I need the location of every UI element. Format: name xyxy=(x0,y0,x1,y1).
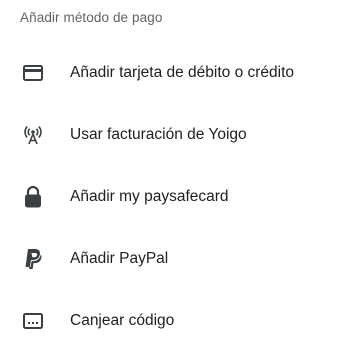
add-card-option[interactable]: Añadir tarjeta de débito o crédito xyxy=(0,42,350,104)
redeem-code-label: Canjear código xyxy=(70,312,175,329)
redeem-code-option[interactable]: Canjear código xyxy=(0,290,350,352)
add-card-label: Añadir tarjeta de débito o crédito xyxy=(70,64,295,81)
payment-methods-list: Añadir tarjeta de débito o crédito Usar … xyxy=(0,42,350,352)
credit-card-icon xyxy=(22,62,44,84)
redeem-code-icon xyxy=(22,310,44,332)
carrier-billing-option[interactable]: Usar facturación de Yoigo xyxy=(0,104,350,166)
paypal-icon xyxy=(22,248,44,270)
add-paypal-label: Añadir PayPal xyxy=(70,250,169,267)
add-paypal-option[interactable]: Añadir PayPal xyxy=(0,228,350,290)
carrier-billing-icon xyxy=(22,124,44,146)
paysafecard-lock-icon xyxy=(22,186,44,208)
add-paysafecard-label: Añadir my paysafecard xyxy=(70,188,229,205)
add-paysafecard-option[interactable]: Añadir my paysafecard xyxy=(0,166,350,228)
carrier-billing-label: Usar facturación de Yoigo xyxy=(70,126,247,143)
page-title: Añadir método de pago xyxy=(20,10,163,25)
